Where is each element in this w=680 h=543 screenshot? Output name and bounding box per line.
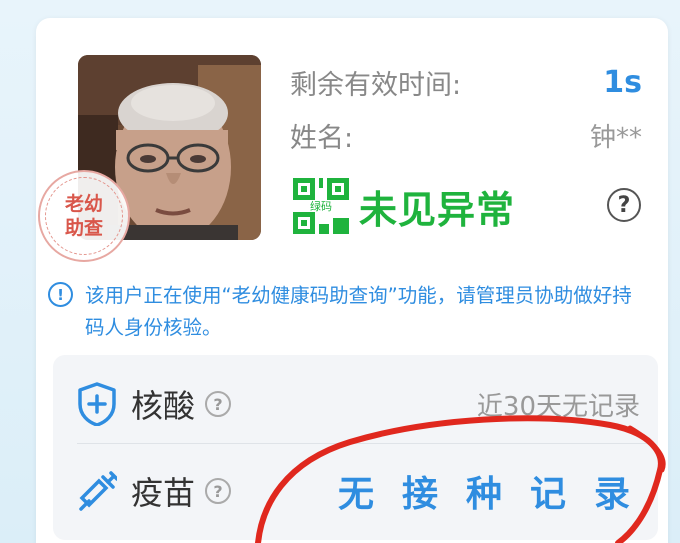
notice-banner: ! 该用户正在使用“老幼健康码助查询”功能，请管理员协助做好持码人身份核验。: [48, 280, 648, 344]
info-icon: !: [48, 282, 73, 307]
green-code-qr-icon[interactable]: 绿码: [293, 178, 349, 234]
vaccine-row[interactable]: 疫苗 ? 无接种记录: [53, 447, 658, 535]
records-divider: [77, 443, 647, 444]
nucleic-acid-row[interactable]: 核酸 ? 近30天无记录: [53, 360, 658, 448]
remaining-time-row: 剩余有效时间: 1s: [290, 62, 642, 102]
vaccine-value: 无接种记录: [337, 474, 658, 515]
remaining-time-label: 剩余有效时间:: [290, 69, 462, 101]
syringe-icon: [79, 471, 117, 511]
name-row: 姓名: 钟**: [290, 115, 642, 155]
records-panel: 核酸 ? 近30天无记录 疫苗 ? 无接种记录: [53, 355, 658, 540]
status-help-icon[interactable]: ?: [607, 188, 641, 222]
name-label: 姓名:: [290, 122, 354, 154]
qr-label: 绿码: [310, 199, 332, 213]
nucleic-acid-value: 近30天无记录: [476, 391, 640, 422]
status-text: 未见异常: [359, 187, 516, 232]
shield-plus-icon: [78, 382, 116, 426]
name-value: 钟**: [589, 122, 642, 153]
nucleic-acid-label: 核酸: [131, 387, 196, 425]
remaining-time-value: 1s: [603, 64, 642, 100]
vaccine-help-icon[interactable]: ?: [205, 478, 232, 504]
notice-text: 该用户正在使用“老幼健康码助查询”功能，请管理员协助做好持码人身份核验。: [85, 284, 632, 339]
stamp-line-2: 助查: [64, 217, 103, 239]
elderly-assist-stamp: 老幼 助查: [38, 170, 130, 262]
stamp-line-1: 老幼: [64, 193, 103, 215]
nucleic-acid-help-icon[interactable]: ?: [205, 391, 232, 417]
vaccine-label: 疫苗: [131, 474, 196, 512]
health-status: 绿码 未见异常: [293, 176, 643, 236]
